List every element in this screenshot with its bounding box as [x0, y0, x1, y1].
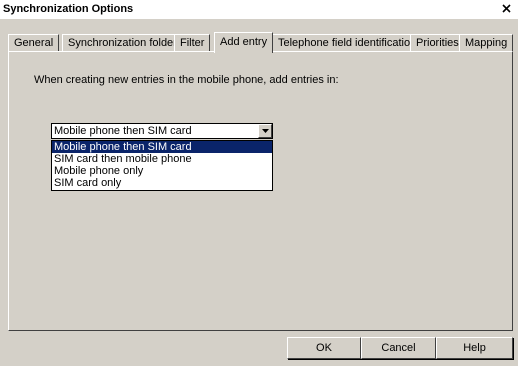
combo-selected-value: Mobile phone then SIM card	[54, 125, 192, 137]
tab-synchronization-folder[interactable]: Synchronization folder	[62, 34, 183, 51]
dropdown-option-sim-only[interactable]: SIM card only	[52, 177, 272, 189]
ok-button[interactable]: OK	[287, 337, 361, 359]
combo-dropdown-list: Mobile phone then SIM card SIM card then…	[51, 140, 273, 191]
dropdown-option-mobile-only[interactable]: Mobile phone only	[52, 165, 272, 177]
chevron-down-icon	[262, 129, 269, 133]
add-entries-combo[interactable]: Mobile phone then SIM card	[51, 123, 273, 139]
help-button[interactable]: Help	[436, 337, 513, 359]
tab-priorities[interactable]: Priorities	[410, 34, 465, 51]
dropdown-option-mobile-then-sim[interactable]: Mobile phone then SIM card	[52, 141, 272, 153]
tab-filter[interactable]: Filter	[174, 34, 211, 51]
add-entry-panel: When creating new entries in the mobile …	[8, 51, 513, 331]
tab-mapping[interactable]: Mapping	[459, 34, 514, 51]
cancel-button[interactable]: Cancel	[361, 337, 436, 359]
dropdown-option-sim-then-mobile[interactable]: SIM card then mobile phone	[52, 153, 272, 165]
window-title: Synchronization Options	[3, 3, 134, 15]
combo-dropdown-button[interactable]	[258, 124, 272, 138]
add-entries-prompt: When creating new entries in the mobile …	[34, 74, 339, 86]
tab-general[interactable]: General	[8, 34, 60, 51]
close-button[interactable]	[502, 2, 514, 16]
tab-add-entry[interactable]: Add entry	[214, 32, 274, 53]
tab-telephone-field-identification[interactable]: Telephone field identification	[272, 34, 423, 51]
title-bar[interactable]: Synchronization Options	[0, 0, 518, 19]
dialog-window: Synchronization Options General Synchron…	[0, 0, 518, 366]
close-icon	[502, 4, 511, 13]
